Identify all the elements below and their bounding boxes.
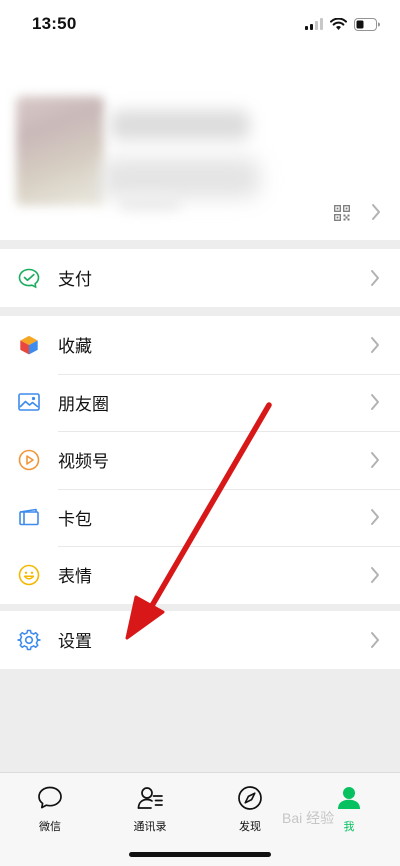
menu-label-stickers: 表情 <box>58 567 92 587</box>
tab-discover[interactable]: 发现 <box>210 783 290 834</box>
wechat-id-blurred <box>100 158 260 198</box>
nickname-blurred <box>110 110 250 140</box>
qr-code-icon[interactable] <box>334 205 350 221</box>
menu-label-channels: 视频号 <box>58 452 109 472</box>
avatar[interactable] <box>16 96 104 206</box>
gear-icon <box>17 628 41 652</box>
menu-item-settings[interactable]: 设置 <box>0 611 400 669</box>
status-icons <box>305 16 380 32</box>
chevron-right-icon <box>371 394 379 411</box>
menu-item-moments[interactable]: 朋友圈 <box>0 373 400 432</box>
chevron-right-icon <box>371 509 379 526</box>
status-blurred <box>120 193 180 211</box>
watermark: Bai 经验 <box>282 810 335 826</box>
pay-wallet-icon <box>17 266 41 290</box>
moments-image-icon <box>17 390 41 414</box>
pay-group: 支付 <box>0 249 400 307</box>
chevron-right-icon <box>371 269 379 286</box>
menu-label-pay: 支付 <box>58 270 92 290</box>
me-person-icon <box>334 783 364 813</box>
menu-label-moments: 朋友圈 <box>58 394 109 414</box>
status-time: 13:50 <box>32 14 77 33</box>
chevron-right-icon <box>371 631 379 648</box>
chevron-right-icon <box>372 204 380 220</box>
settings-group: 设置 <box>0 611 400 669</box>
tab-label-me: 我 <box>343 821 355 833</box>
services-group: 收藏 朋友圈 视频号 卡包 表情 <box>0 316 400 604</box>
card-wallet-icon <box>17 505 41 529</box>
channels-play-icon <box>17 448 41 472</box>
menu-item-channels[interactable]: 视频号 <box>0 431 400 489</box>
tab-label-discover: 发现 <box>239 821 261 833</box>
chat-bubble-icon <box>35 783 65 813</box>
tab-label-contacts: 通讯录 <box>133 821 167 833</box>
tab-label-chats: 微信 <box>39 821 61 833</box>
wifi-icon <box>330 18 347 30</box>
menu-item-pay[interactable]: 支付 <box>0 249 400 307</box>
contacts-icon <box>135 783 165 813</box>
chevron-right-icon <box>371 451 379 468</box>
menu-label-settings: 设置 <box>58 632 92 652</box>
chevron-right-icon <box>371 336 379 353</box>
home-indicator <box>129 852 271 857</box>
menu-label-cards: 卡包 <box>58 509 92 529</box>
menu-item-cards[interactable]: 卡包 <box>0 488 400 547</box>
cellular-signal-icon <box>305 18 323 30</box>
status-bar: 13:50 <box>0 0 400 48</box>
favorites-cube-icon <box>17 333 41 357</box>
tab-contacts[interactable]: 通讯录 <box>110 783 190 834</box>
menu-item-stickers[interactable]: 表情 <box>0 546 400 604</box>
tab-chats[interactable]: 微信 <box>10 783 90 834</box>
stickers-smile-icon <box>17 563 41 587</box>
menu-item-favorites[interactable]: 收藏 <box>0 316 400 374</box>
battery-icon <box>354 17 380 31</box>
compass-icon <box>235 783 265 813</box>
chevron-right-icon <box>371 566 379 583</box>
profile-header[interactable] <box>0 48 400 240</box>
menu-label-favorites: 收藏 <box>58 337 92 357</box>
